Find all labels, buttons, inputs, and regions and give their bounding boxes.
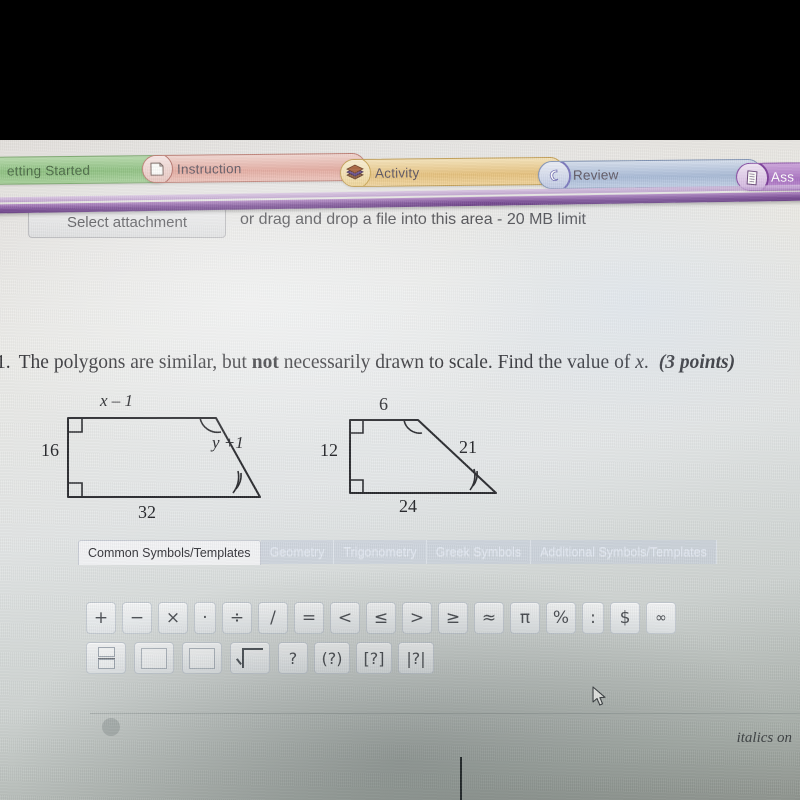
page-icon xyxy=(141,152,174,184)
symbol-key-minus[interactable]: − xyxy=(122,602,152,634)
nav-tab-review[interactable]: Review xyxy=(537,158,763,190)
swirl-icon xyxy=(537,158,572,190)
palette-tabstrip: Common Symbols/Templates Geometry Trigon… xyxy=(78,540,717,565)
answer-radio-ghost[interactable] xyxy=(102,718,120,736)
question-prompt: 1. The polygons are similar, but not nece… xyxy=(0,352,800,374)
question-number: 1. xyxy=(0,352,11,373)
square-root-icon xyxy=(236,647,263,669)
symbol-key-less-than[interactable]: < xyxy=(330,602,360,634)
nav-tab-label: Activity xyxy=(374,164,420,181)
nav-tab-instruction[interactable]: Instruction xyxy=(141,152,367,184)
question-period: . xyxy=(643,352,649,373)
fig-right-label-left: 12 xyxy=(320,440,338,460)
symbol-key-slash[interactable]: / xyxy=(258,602,288,634)
empty-box-icon-2 xyxy=(189,647,215,669)
italics-status-label: italics on xyxy=(736,730,792,746)
books-icon xyxy=(339,156,372,188)
fig-right-label-bottom: 24 xyxy=(399,496,417,516)
palette-tab-label: Geometry xyxy=(269,545,325,559)
palette-tab-label: Greek Symbols xyxy=(435,545,522,559)
symbol-key-dot-multiply[interactable]: · xyxy=(194,602,216,634)
symbol-key-approximately-equal[interactable]: ≈ xyxy=(474,602,504,634)
symbol-key-divide[interactable]: ÷ xyxy=(222,602,252,634)
nav-tab-label: etting Started xyxy=(6,162,91,179)
symbol-key-less-than-or-equal[interactable]: ≤ xyxy=(366,602,396,634)
symbol-key-infinity[interactable]: ∞ xyxy=(646,602,676,634)
symbol-key-equals[interactable]: = xyxy=(294,602,324,634)
question-text-part2: necessarily drawn to scale. Find the val… xyxy=(278,352,636,373)
symbol-key-plus[interactable]: + xyxy=(86,602,116,634)
symbol-key-times[interactable]: × xyxy=(158,602,188,634)
nav-tab-label: Ass xyxy=(770,168,795,185)
symbol-key-greater-than[interactable]: > xyxy=(402,602,432,634)
nav-tab-label: Review xyxy=(572,166,619,183)
symbol-key-square-root-template[interactable] xyxy=(230,642,270,674)
question-points: (3 points) xyxy=(658,352,736,373)
palette-tab-greek-symbols[interactable]: Greek Symbols xyxy=(426,540,532,564)
symbol-key-fraction-template[interactable] xyxy=(86,642,126,674)
fig-left-label-bottom: 32 xyxy=(138,502,156,522)
trapezoid-right-drawing xyxy=(349,419,497,494)
palette-row-templates: ? (?) [?] |?| xyxy=(86,642,440,674)
symbol-key-pi[interactable]: π xyxy=(510,602,540,634)
equation-symbol-palette: Common Symbols/Templates Geometry Trigon… xyxy=(78,540,784,690)
symbol-key-greater-than-or-equal[interactable]: ≥ xyxy=(438,602,468,634)
section-divider xyxy=(90,713,800,714)
palette-tab-trigonometry[interactable]: Trigonometry xyxy=(334,540,427,564)
fig-right-label-slant: 21 xyxy=(459,437,477,457)
empty-box-icon xyxy=(141,647,167,669)
question-text-part1: The polygons are similar, but xyxy=(18,352,252,373)
palette-tab-label: Trigonometry xyxy=(343,545,417,559)
symbol-key-bracket-placeholder[interactable]: [?] xyxy=(356,642,392,674)
trapezoid-left-drawing xyxy=(67,417,261,498)
palette-tab-label: Additional Symbols/Templates xyxy=(540,545,707,559)
palette-tab-common-symbols[interactable]: Common Symbols/Templates xyxy=(78,540,261,565)
nav-tab-activity[interactable]: Activity xyxy=(339,156,565,188)
fig-left-label-left: 16 xyxy=(41,440,59,460)
symbol-key-absolute-value-placeholder[interactable]: |?| xyxy=(398,642,434,674)
question-bold-word: not xyxy=(251,352,279,373)
symbol-key-percent[interactable]: % xyxy=(546,602,576,634)
fig-left-label-slant: y +1 xyxy=(212,433,244,452)
text-cursor-caret xyxy=(460,757,462,800)
mouse-pointer-icon xyxy=(592,686,608,713)
symbol-key-parenthesis-placeholder[interactable]: (?) xyxy=(314,642,350,674)
palette-tab-label: Common Symbols/Templates xyxy=(88,546,251,560)
similar-polygons-figure: x – 1 16 y +1 32 6 12 21 24 xyxy=(0,391,800,532)
palette-tab-geometry[interactable]: Geometry xyxy=(260,540,335,564)
attachment-upload-row: Select attachment or drag and drop a fil… xyxy=(0,206,800,250)
symbol-key-empty-box-template[interactable] xyxy=(134,642,174,674)
symbol-key-dollar[interactable]: $ xyxy=(610,602,640,634)
nav-tab-label: Instruction xyxy=(176,160,242,177)
fig-right-label-top: 6 xyxy=(379,394,388,414)
palette-tab-additional-symbols[interactable]: Additional Symbols/Templates xyxy=(531,540,717,564)
symbol-key-colon-ratio[interactable]: : xyxy=(582,602,604,634)
palette-row-operators: + − × · ÷ / = < ≤ > ≥ ≈ π % : $ ∞ xyxy=(86,602,682,634)
fraction-icon xyxy=(94,647,118,669)
fig-left-label-top: x – 1 xyxy=(100,391,134,410)
photo-letterbox-top xyxy=(0,0,800,140)
question-variable: x xyxy=(635,352,644,373)
attachment-hint-text: or drag and drop a file into this area -… xyxy=(240,211,586,228)
photographed-screen: Select attachment or drag and drop a fil… xyxy=(0,0,800,800)
symbol-key-empty-box-template-2[interactable] xyxy=(182,642,222,674)
symbol-key-question-placeholder[interactable]: ? xyxy=(278,642,308,674)
